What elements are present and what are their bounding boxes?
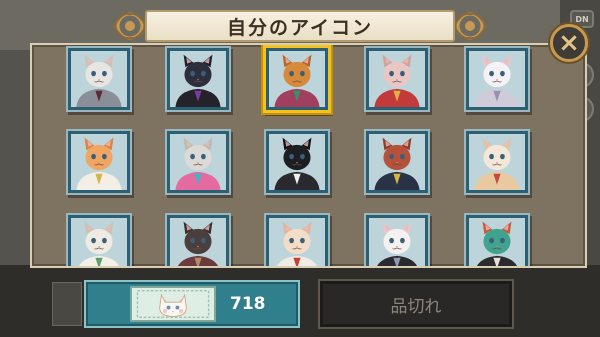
- close-button[interactable]: ×: [550, 24, 588, 62]
- icon-option-gray-cat-sunglasses[interactable]: [167, 131, 229, 193]
- icon-option-dark-cat-pirate[interactable]: [167, 215, 229, 266]
- icon-option-tiger-cat-colorful[interactable]: [266, 48, 328, 110]
- cat-portrait-icon: [469, 218, 525, 266]
- icon-grid: [32, 45, 585, 266]
- cat-portrait-icon: [170, 51, 226, 107]
- close-icon: ×: [558, 28, 580, 58]
- icon-option-white-cat-fluffy[interactable]: [466, 48, 528, 110]
- cat-portrait-icon: [269, 134, 325, 190]
- cat-portrait-icon: [71, 218, 127, 266]
- cat-portrait-icon: [369, 218, 425, 266]
- cat-portrait-icon: [369, 51, 425, 107]
- cat-portrait-icon: [71, 51, 127, 107]
- cat-portrait-icon: [170, 218, 226, 266]
- cat-portrait-icon: [469, 134, 525, 190]
- icon-option-pink-cat-scarf[interactable]: [366, 48, 428, 110]
- cat-portrait-icon: [469, 51, 525, 107]
- page-title: 自分のアイコン: [145, 10, 455, 42]
- icon-option-white-cat-black-suit[interactable]: [366, 215, 428, 266]
- right-ornament-icon: [452, 12, 488, 40]
- icon-option-tuxedo-cat[interactable]: [266, 131, 328, 193]
- bottom-left-decoration: [52, 282, 82, 326]
- icon-option-calico-cat[interactable]: [466, 215, 528, 266]
- price-value: 718: [230, 294, 266, 314]
- icon-selection-panel: [30, 43, 587, 268]
- soldout-button: 品切れ: [318, 279, 514, 329]
- icon-option-cat-sunhat[interactable]: [466, 131, 528, 193]
- cat-portrait-icon: [71, 134, 127, 190]
- cat-portrait-icon: [269, 51, 325, 107]
- purchase-button[interactable]: 718: [84, 280, 300, 328]
- icon-option-black-cat-purple[interactable]: [167, 48, 229, 110]
- cat-portrait-icon: [170, 134, 226, 190]
- icon-option-cream-cat-redtie[interactable]: [266, 215, 328, 266]
- cat-portrait-icon: [369, 134, 425, 190]
- icon-option-orange-cat-scarf[interactable]: [68, 131, 130, 193]
- cat-portrait-icon: [269, 218, 325, 266]
- icon-option-cat-police-cap[interactable]: [366, 131, 428, 193]
- cat-ticket-icon: [130, 286, 216, 322]
- icon-option-gray-cat-suit[interactable]: [68, 48, 130, 110]
- left-ornament-icon: [112, 12, 148, 40]
- icon-option-tabby-cat-bow[interactable]: [68, 215, 130, 266]
